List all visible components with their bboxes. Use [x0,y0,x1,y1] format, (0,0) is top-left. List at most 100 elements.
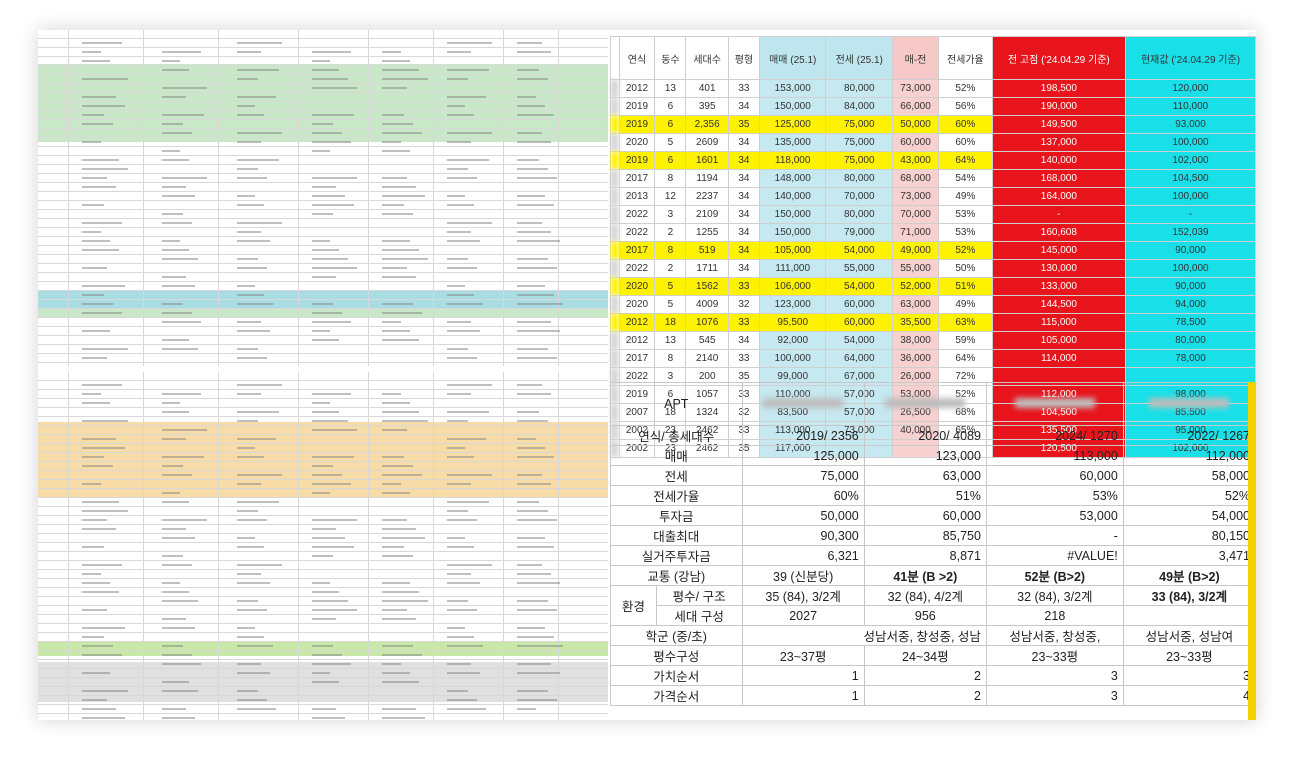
row-value: 60,000 [863,505,987,526]
school-value: 성남서중, 창성중, 성남 [741,625,987,646]
cell-y: 2017 [618,169,656,188]
cell-h: 545 [685,331,729,350]
cell-d: 2 [654,259,687,278]
cell-j: 80,000 [825,169,893,188]
cell-g: 71,000 [891,223,940,242]
cell-m: 95,500 [758,313,827,332]
price-row: 2022 2 1711 34 111,000 55,000 55,000 50% 130,000… [610,259,1256,278]
cell-h: 1562 [685,277,729,296]
cell-m: 150,000 [758,97,827,116]
row-value: 60% [741,485,865,506]
row-value: 58,000 [1122,465,1256,486]
cell-y: 2013 [618,187,656,206]
cell-p: 34 [727,133,760,152]
row-label: 가격순서 [610,685,743,706]
compare-row: 전세가율 60% 51% 53% 52% [610,485,1256,506]
cell-g: 38,000 [891,331,940,350]
cell-h: 1076 [685,313,729,332]
cell-p: 34 [727,151,760,170]
cell-y: 2019 [618,151,656,170]
compare-table: APT 연식/ 총세대수 2019/ 2356 2020/ 4089 2024/ 12… [610,382,1256,706]
price-row: 2012 13 545 34 92,000 54,000 38,000 59% 105,000 8… [610,331,1256,350]
row-label: 대출최대 [610,525,743,546]
cell-hi: 190,000 [991,97,1127,116]
cell-y: 2012 [618,313,656,332]
cell-hi: 164,000 [991,187,1127,206]
cell-hi: 114,000 [991,349,1127,368]
cell-r: 49% [938,187,993,206]
apt-name-cell [610,223,620,242]
price-row: 2022 3 2109 34 150,000 80,000 70,000 53% - - [610,205,1256,224]
cell-g: 73,000 [891,79,940,98]
cell-j: 79,000 [825,223,893,242]
cell-p: 34 [727,241,760,260]
price-row: 2019 6 395 34 150,000 84,000 66,000 56% 190,000 1… [610,97,1256,116]
cell-g: 43,000 [891,151,940,170]
cell-j: 80,000 [825,79,893,98]
cell-h: 1255 [685,223,729,242]
row-value: 1 [741,665,865,686]
cell-d: 13 [654,79,687,98]
cell-cur: 120,000 [1125,79,1256,98]
cell-m: 140,000 [758,187,827,206]
cell-hi: 133,000 [991,277,1127,296]
cell-j: 64,000 [825,349,893,368]
cell-g: 36,000 [891,349,940,368]
compare-row: 투자금 50,000 60,000 53,000 54,000 [610,505,1256,526]
row-value: 6,321 [741,545,865,566]
cell-m: 148,000 [758,169,827,188]
row-value: 63,000 [863,465,987,486]
cell-d: 5 [654,295,687,314]
cell-m: 111,000 [758,259,827,278]
apt-name-cell [610,79,620,98]
cell-cur: 110,000 [1125,97,1256,116]
env-label: 환경 [610,585,657,626]
cell-p: 34 [727,97,760,116]
cell-h: 2140 [685,349,729,368]
row-value: 39 (신분당) [741,565,865,586]
cell-j: 60,000 [825,313,893,332]
school-row: 학군 (중/초) 성남서중, 창성중, 성남 성남서중, 창성중, 성남서중, 성남여 [610,625,1256,646]
apt-name-cell [610,277,620,296]
cell-r: 54% [938,169,993,188]
cell-m: 100,000 [758,349,827,368]
compare-row: 교통 (강남) 39 (신분당) 41분 (B >2) 52분 (B>2) 49분 (B… [610,565,1256,586]
apt-name-cell [610,313,620,332]
row-value: 75,000 [741,465,865,486]
apt-name-cell [610,241,620,260]
row-label: 연식/ 총세대수 [610,425,743,446]
cell-y: 2022 [618,259,656,278]
cell-h: 2,356 [685,115,729,134]
cell-p: 35 [727,115,760,134]
cell-hi: 137,000 [991,133,1127,152]
apt-name-cell [610,259,620,278]
cell-h: 519 [685,241,729,260]
row-value: 2019/ 2356 [741,425,865,446]
price-row: 2022 2 1255 34 150,000 79,000 71,000 53% 160,608… [610,223,1256,242]
cell-y: 2012 [618,79,656,98]
row-value: - [985,525,1124,546]
cell-j: 80,000 [825,205,893,224]
cell-p: 34 [727,331,760,350]
cell-h: 2109 [685,205,729,224]
row-label: 투자금 [610,505,743,526]
cell-p: 32 [727,295,760,314]
cell-g: 66,000 [891,97,940,116]
row-value: 3,471 [1122,545,1256,566]
env-value: 2027 [741,605,865,626]
cell-d: 13 [654,331,687,350]
env-value: 218 [985,605,1124,626]
cell-hi: 149,500 [991,115,1127,134]
cell-d: 2 [654,223,687,242]
cell-y: 2019 [618,97,656,116]
cell-r: 51% [938,277,993,296]
cell-r: 52% [938,241,993,260]
price-row: 2019 6 1601 34 118,000 75,000 43,000 64% 140,000… [610,151,1256,170]
row-value: 3 [1122,665,1256,686]
row-value: 8,871 [863,545,987,566]
row-value: 52분 (B>2) [985,565,1124,586]
row-label: 가치순서 [610,665,743,686]
row-value: 113,000 [985,445,1124,466]
cell-y: 2022 [618,205,656,224]
cell-y: 2012 [618,331,656,350]
